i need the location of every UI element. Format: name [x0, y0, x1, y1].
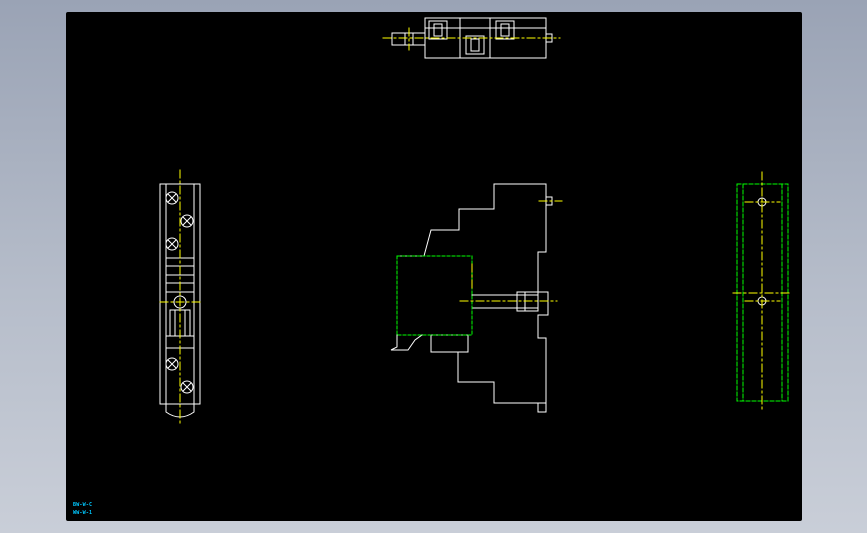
cad-drawing	[159, 17, 793, 425]
front-view-centerline	[459, 200, 563, 302]
annotation-line-2: WW-W-1	[73, 510, 93, 516]
front-view-hidden	[396, 255, 473, 336]
right-view-centerline	[732, 171, 793, 413]
annotation-line-1: BW-W-C	[73, 502, 93, 508]
